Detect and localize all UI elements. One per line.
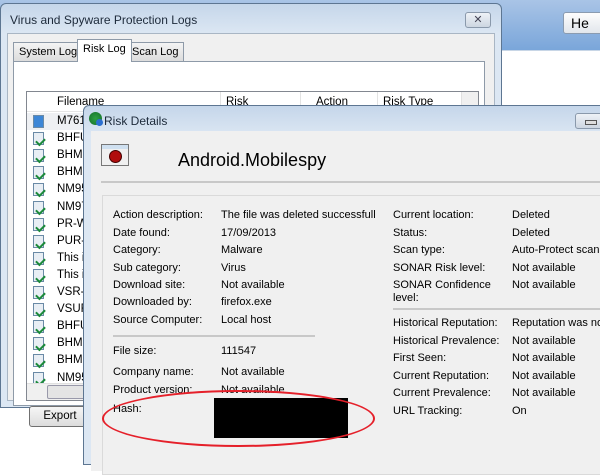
field-value: Not available xyxy=(512,279,576,291)
file-checked-icon xyxy=(33,200,44,214)
field-value: On xyxy=(512,405,527,417)
window-title: Risk Details xyxy=(104,114,168,128)
field-value: Deleted xyxy=(512,209,550,221)
file-checked-icon xyxy=(33,354,44,368)
file-checked-icon xyxy=(33,132,44,146)
field-value: Not available xyxy=(512,335,576,347)
file-checked-icon xyxy=(33,166,44,180)
field-value: Not available xyxy=(512,352,576,364)
field-label: SONAR Confidence level: xyxy=(393,279,491,304)
field-value: Not available xyxy=(512,262,576,274)
field-label: Company name: xyxy=(113,366,194,378)
field-value: 17/09/2013 xyxy=(221,227,277,239)
file-checked-icon xyxy=(33,251,44,265)
bug-icon xyxy=(101,144,129,166)
field-label: Action description: xyxy=(113,209,203,221)
field-label: Download site: xyxy=(113,279,186,291)
field-label: File size: xyxy=(113,345,157,357)
window-title: Virus and Spyware Protection Logs xyxy=(10,13,198,27)
field-label: Source Computer: xyxy=(113,314,203,326)
field-label: Category: xyxy=(113,244,161,256)
tab-system-log[interactable]: System Log xyxy=(13,42,84,61)
file-checked-icon xyxy=(33,234,44,248)
file-checked-icon xyxy=(33,286,44,299)
field-label: Historical Reputation: xyxy=(393,317,498,329)
help-button[interactable]: He xyxy=(563,12,600,34)
file-icon xyxy=(33,115,44,128)
field-label: Current location: xyxy=(393,209,474,221)
field-value: Reputation was not xyxy=(512,317,600,329)
shield-info-icon xyxy=(89,112,103,126)
field-label: SONAR Risk level: xyxy=(393,262,486,274)
file-checked-icon xyxy=(33,320,44,334)
highlight-ellipse xyxy=(102,390,375,447)
divider xyxy=(393,308,600,310)
field-label: Status: xyxy=(393,227,428,239)
field-value: Not available xyxy=(512,387,576,399)
field-label: Current Reputation: xyxy=(393,370,489,382)
field-value: Virus xyxy=(221,262,246,274)
field-label: URL Tracking: xyxy=(393,405,463,417)
divider xyxy=(113,335,315,337)
field-label: Historical Prevalence: xyxy=(393,335,500,347)
file-checked-icon xyxy=(33,303,44,317)
file-checked-icon xyxy=(33,268,44,282)
field-value: 111547 xyxy=(221,345,257,357)
background-app-area xyxy=(500,50,600,110)
field-label: First Seen: xyxy=(393,352,447,364)
field-label: Scan type: xyxy=(393,244,445,256)
file-checked-icon xyxy=(33,337,44,351)
file-checked-icon xyxy=(33,217,44,231)
field-value: Not available xyxy=(512,370,576,382)
tab-scan-log[interactable]: Scan Log xyxy=(126,42,185,61)
field-value: The file was deleted successfull xyxy=(221,209,376,221)
risk-name: Android.Mobilespy xyxy=(178,150,327,170)
field-label: Date found: xyxy=(113,227,170,239)
field-label: Sub category: xyxy=(113,262,181,274)
field-label: Current Prevalence: xyxy=(393,387,491,399)
export-button[interactable]: Export xyxy=(29,406,91,427)
field-value: Malware xyxy=(221,244,263,256)
file-checked-icon xyxy=(33,149,44,163)
field-value: firefox.exe xyxy=(221,296,272,308)
field-value: Not available xyxy=(221,366,285,378)
field-value: Not available xyxy=(221,279,285,291)
tab-risk-log[interactable]: Risk Log xyxy=(77,39,132,62)
field-label: Downloaded by: xyxy=(113,296,192,308)
field-value: Local host xyxy=(221,314,272,326)
field-value: Deleted xyxy=(512,227,550,239)
minimize-button[interactable] xyxy=(575,113,600,129)
field-value: Auto-Protect scan xyxy=(512,244,600,256)
file-checked-icon xyxy=(33,183,44,197)
close-button[interactable]: ✕ xyxy=(465,12,491,28)
divider xyxy=(101,181,600,183)
